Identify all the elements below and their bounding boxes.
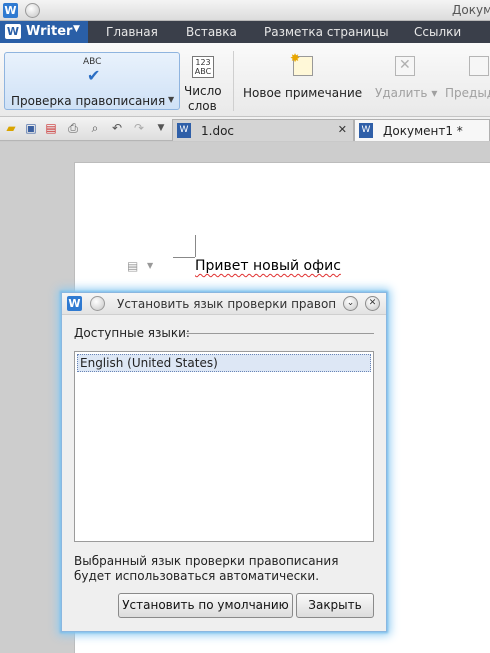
ribbon-separator — [233, 51, 234, 111]
doc-tab-label: 1.doc — [201, 124, 235, 138]
window-title: Докум — [452, 3, 490, 17]
writer-logo-icon: W — [5, 24, 21, 39]
close-icon[interactable]: ✕ — [365, 296, 380, 311]
group-divider — [186, 333, 374, 334]
chevron-down-icon[interactable]: ▼ — [168, 95, 174, 104]
prev-label: Предыд — [445, 86, 490, 100]
writer-logo-icon: W — [67, 296, 82, 311]
window-menu-icon[interactable] — [25, 3, 40, 18]
customize-icon[interactable]: ▼ — [154, 121, 168, 135]
redo-icon[interactable]: ↷ — [132, 121, 146, 135]
crop-mark — [173, 257, 195, 258]
crop-mark — [195, 235, 196, 257]
chevron-down-icon[interactable]: ▼ — [147, 261, 153, 270]
undo-icon[interactable]: ↶ — [110, 121, 124, 135]
prev-note-icon — [469, 56, 489, 76]
menubar: W Writer ▼ Главная Вставка Разметка стра… — [0, 21, 490, 43]
window-titlebar: W Докум — [0, 0, 490, 21]
word-count-label-line2: слов — [188, 99, 217, 113]
save-icon[interactable]: ▣ — [24, 121, 38, 135]
doc-tab-label: Документ1 * — [383, 124, 463, 138]
print-preview-icon[interactable]: ⌕ — [88, 121, 102, 135]
quick-access-bar: ▰ ▣ ▤ ⎙ ⌕ ↶ ↷ ▼ W 1.doc ✕ W Документ1 * — [0, 117, 490, 141]
minimize-icon[interactable]: ⌄ — [343, 296, 358, 311]
doc-tab-2[interactable]: W Документ1 * — [354, 119, 490, 141]
tab-references[interactable]: Ссылки — [414, 25, 461, 39]
spellcheck-icon: ABC ✔ — [83, 57, 102, 85]
window-menu-icon[interactable] — [90, 296, 105, 311]
spellcheck-label: Проверка правописания — [11, 94, 166, 108]
open-icon[interactable]: ▰ — [4, 121, 18, 135]
pdf-icon[interactable]: ▤ — [44, 121, 58, 135]
dialog-titlebar: W Установить язык проверки правописания … — [62, 293, 386, 315]
print-icon[interactable]: ⎙ — [66, 121, 80, 135]
word-count-label-line1: Число — [184, 84, 222, 98]
ribbon: ABC ✔ Проверка правописания ▼ 123 ABC Чи… — [0, 43, 490, 117]
list-item[interactable]: English (United States) — [77, 354, 371, 372]
info-text: Выбранный язык проверки правописания буд… — [74, 554, 339, 583]
doc-icon: W — [177, 123, 191, 138]
doc-tab-1[interactable]: W 1.doc ✕ — [172, 119, 354, 141]
new-note-label: Новое примечание — [243, 86, 363, 100]
writer-logo-icon: W — [3, 3, 18, 18]
paragraph-icon[interactable]: ▤ — [127, 259, 138, 273]
available-languages-label: Доступные языки: — [74, 326, 190, 340]
writer-app-button[interactable]: W Writer ▼ — [0, 21, 88, 43]
document-text[interactable]: Привет новый офис — [195, 258, 341, 274]
language-list[interactable]: English (United States) — [74, 351, 374, 542]
spellcheck-language-dialog: W Установить язык проверки правописания … — [61, 292, 387, 632]
dialog-title: Установить язык проверки правописания — [117, 297, 337, 311]
delete-label: Удалить ▾ — [375, 86, 438, 100]
tab-page-layout[interactable]: Разметка страницы — [264, 25, 389, 39]
word-count-icon: 123 ABC — [192, 56, 214, 78]
spellcheck-button[interactable]: ABC ✔ Проверка правописания ▼ — [4, 52, 180, 110]
writer-app-label: Writer — [26, 24, 73, 39]
close-icon[interactable]: ✕ — [338, 123, 347, 136]
set-default-button[interactable]: Установить по умолчанию — [118, 593, 293, 618]
doc-icon: W — [359, 123, 373, 138]
tab-home[interactable]: Главная — [106, 25, 158, 39]
tab-insert[interactable]: Вставка — [186, 25, 237, 39]
close-button[interactable]: Закрыть — [296, 593, 374, 618]
chevron-down-icon: ▼ — [73, 24, 80, 34]
